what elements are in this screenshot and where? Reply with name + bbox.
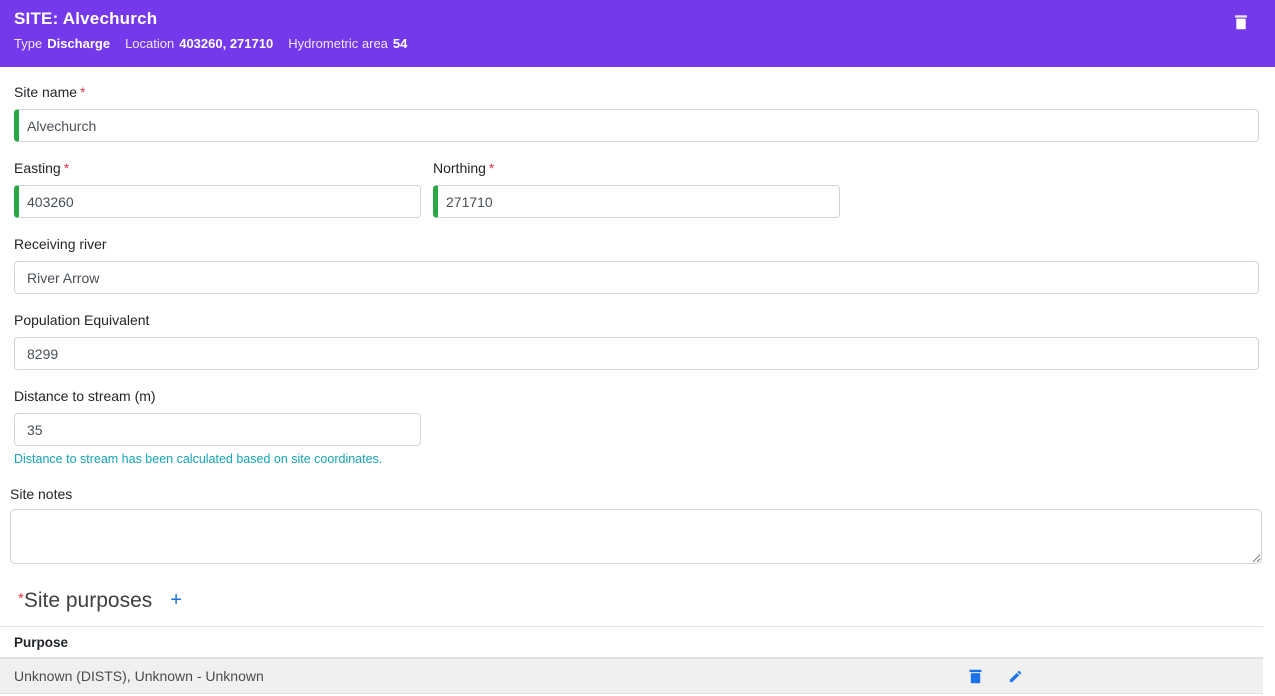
northing-input[interactable] [433, 185, 840, 218]
site-purposes-header: * Site purposes + [18, 589, 1275, 613]
required-asterisk: * [64, 160, 69, 176]
easting-input[interactable] [14, 185, 421, 218]
receiving-river-group: Receiving river [14, 236, 1259, 294]
site-form: Site name* Easting* Northing* Receiving … [0, 84, 1275, 694]
required-asterisk: * [489, 160, 494, 176]
delete-site-button[interactable] [1232, 13, 1250, 31]
distance-to-stream-input[interactable] [14, 413, 421, 446]
meta-location: Location 403260, 271710 [125, 36, 273, 51]
receiving-river-label: Receiving river [14, 236, 1259, 252]
meta-hydrometric-area: Hydrometric area 54 [288, 36, 407, 51]
delete-purpose-button[interactable] [969, 669, 982, 684]
coordinates-row: Easting* Northing* [14, 160, 1259, 218]
site-notes-textarea[interactable] [10, 509, 1262, 564]
distance-to-stream-group: Distance to stream (m) Distance to strea… [14, 388, 1259, 466]
easting-group: Easting* [14, 160, 421, 218]
easting-label: Easting* [14, 160, 421, 176]
northing-label: Northing* [433, 160, 840, 176]
site-name-group: Site name* [14, 84, 1259, 142]
site-purposes-title: Site purposes [24, 589, 152, 613]
edit-purpose-button[interactable] [1008, 669, 1023, 684]
population-equivalent-label: Population Equivalent [14, 312, 1259, 328]
site-notes-label: Site notes [10, 486, 1262, 502]
pencil-icon [1008, 669, 1023, 684]
add-purpose-button[interactable]: + [170, 589, 182, 611]
row-actions [969, 669, 1023, 684]
trash-icon [1234, 14, 1248, 30]
population-equivalent-group: Population Equivalent [14, 312, 1259, 370]
purpose-cell: Unknown (DISTS), Unknown - Unknown [14, 668, 264, 684]
site-name-label: Site name* [14, 84, 1259, 100]
site-notes-group: Site notes [10, 486, 1262, 564]
northing-group: Northing* [433, 160, 840, 218]
receiving-river-input[interactable] [14, 261, 1259, 294]
site-name-input[interactable] [14, 109, 1259, 142]
site-purposes-table: Purpose Unknown (DISTS), Unknown - Unkno… [0, 626, 1263, 694]
site-meta: Type Discharge Location 403260, 271710 H… [14, 36, 1261, 51]
required-asterisk: * [80, 84, 85, 100]
meta-type: Type Discharge [14, 36, 110, 51]
page-title: SITE: Alvechurch [14, 9, 1261, 29]
distance-to-stream-label: Distance to stream (m) [14, 388, 1259, 404]
site-header: SITE: Alvechurch Type Discharge Location… [0, 0, 1275, 67]
table-row: Unknown (DISTS), Unknown - Unknown [0, 659, 1263, 694]
distance-helper-text: Distance to stream has been calculated b… [14, 452, 1259, 466]
trash-icon [969, 669, 982, 684]
population-equivalent-input[interactable] [14, 337, 1259, 370]
purpose-column-header: Purpose [0, 627, 1263, 659]
